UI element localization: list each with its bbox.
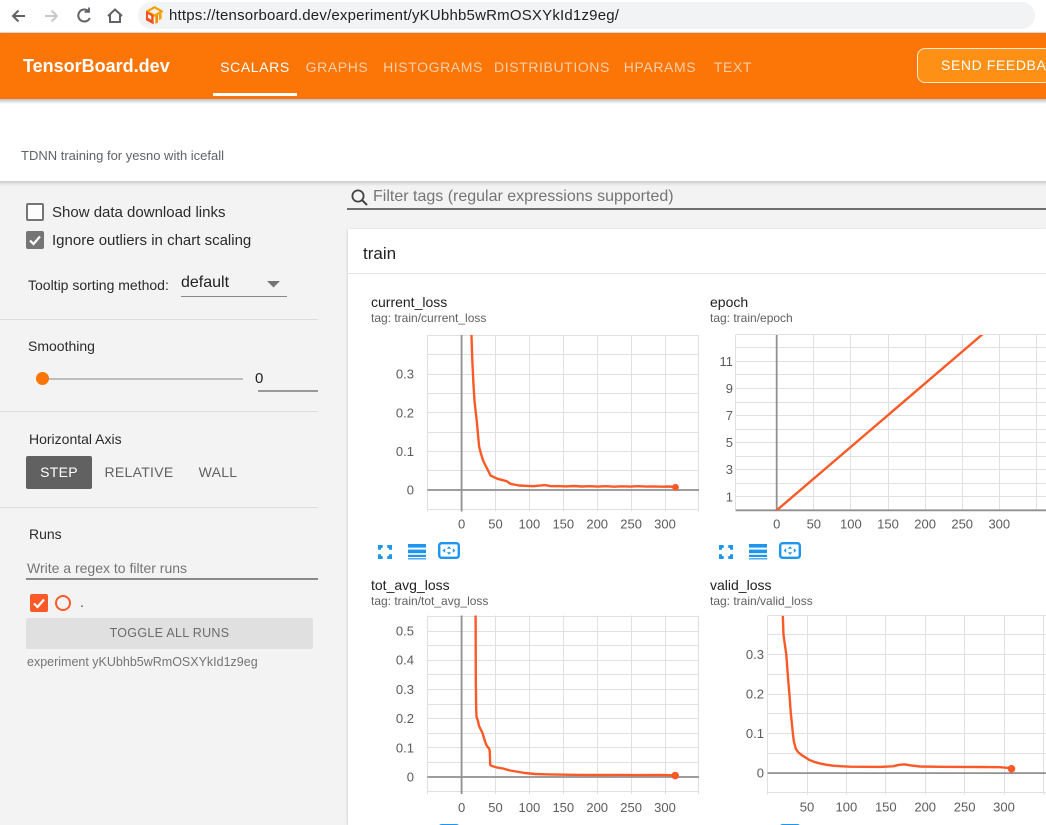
svg-text:300: 300 <box>654 517 676 532</box>
svg-text:0.3: 0.3 <box>396 682 414 697</box>
svg-text:1: 1 <box>726 489 733 504</box>
svg-text:9: 9 <box>726 381 733 396</box>
svg-text:0.1: 0.1 <box>746 726 764 741</box>
svg-text:150: 150 <box>552 517 574 532</box>
svg-text:150: 150 <box>875 800 897 815</box>
svg-text:0: 0 <box>458 800 465 815</box>
svg-text:0.2: 0.2 <box>396 405 414 420</box>
svg-text:0.5: 0.5 <box>396 624 414 639</box>
svg-text:250: 250 <box>954 800 976 815</box>
svg-text:250: 250 <box>951 517 973 532</box>
svg-text:100: 100 <box>840 517 862 532</box>
svg-text:0.3: 0.3 <box>746 647 764 662</box>
svg-text:11: 11 <box>720 354 734 369</box>
svg-text:300: 300 <box>988 517 1010 532</box>
svg-text:300: 300 <box>993 800 1015 815</box>
svg-text:0: 0 <box>407 770 414 785</box>
svg-text:3: 3 <box>726 462 733 477</box>
svg-text:250: 250 <box>620 517 642 532</box>
svg-text:100: 100 <box>836 800 858 815</box>
svg-text:250: 250 <box>620 800 642 815</box>
svg-text:100: 100 <box>519 517 541 532</box>
svg-text:0.4: 0.4 <box>396 653 414 668</box>
svg-text:0: 0 <box>757 766 764 781</box>
svg-text:0: 0 <box>773 517 780 532</box>
svg-text:0.3: 0.3 <box>396 367 414 382</box>
svg-text:0.2: 0.2 <box>396 711 414 726</box>
svg-text:7: 7 <box>726 408 733 423</box>
svg-text:0.1: 0.1 <box>396 444 414 459</box>
svg-text:300: 300 <box>654 800 676 815</box>
svg-text:150: 150 <box>877 517 899 532</box>
svg-text:5: 5 <box>726 435 733 450</box>
svg-text:50: 50 <box>807 517 821 532</box>
svg-text:50: 50 <box>800 800 814 815</box>
svg-text:0.2: 0.2 <box>746 687 764 702</box>
svg-text:50: 50 <box>488 517 502 532</box>
svg-text:150: 150 <box>552 800 574 815</box>
svg-text:0.1: 0.1 <box>396 740 414 755</box>
svg-text:200: 200 <box>586 800 608 815</box>
svg-text:200: 200 <box>914 517 936 532</box>
svg-text:100: 100 <box>519 800 541 815</box>
svg-text:200: 200 <box>586 517 608 532</box>
svg-text:200: 200 <box>914 800 936 815</box>
svg-text:0: 0 <box>458 517 465 532</box>
svg-text:50: 50 <box>488 800 502 815</box>
svg-text:0: 0 <box>407 483 414 498</box>
